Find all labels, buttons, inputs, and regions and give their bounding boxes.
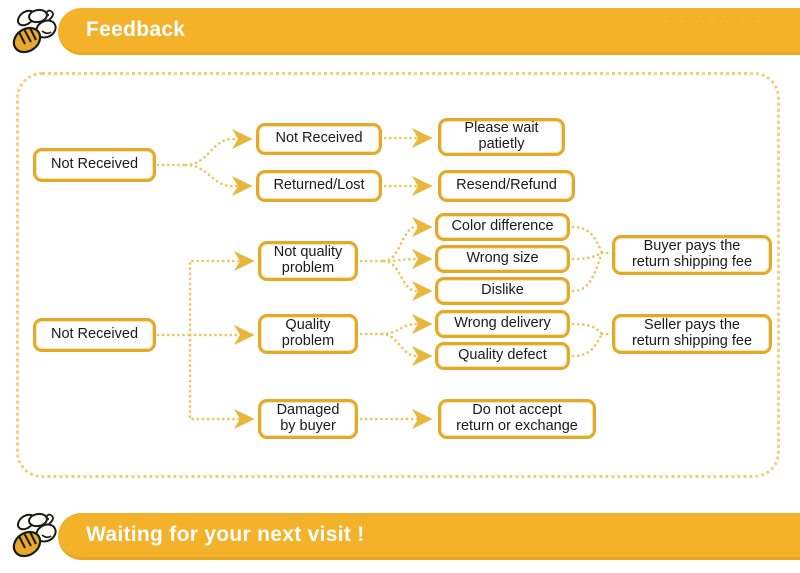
flow-node-dislike: Dislike (435, 277, 570, 305)
flow-node-returned-lost: Returned/Lost (256, 170, 382, 202)
flow-node-buyer-pays: Buyer pays the return shipping fee (612, 235, 772, 275)
flow-node-not-received-2: Not Received (256, 123, 382, 155)
page-title: Feedback (86, 18, 186, 41)
flow-node-damaged: Damaged by buyer (258, 399, 358, 439)
bee-icon (12, 512, 57, 558)
flow-node-wrong-size: Wrong size (435, 245, 570, 273)
flow-node-color-diff: Color difference (435, 213, 570, 241)
flow-node-resend-refund: Resend/Refund (438, 170, 575, 202)
footer-title: Waiting for your next visit ! (86, 523, 365, 546)
bee-icon (12, 8, 57, 54)
flow-node-please-wait: Please wait patietly (438, 118, 565, 156)
header-banner: Feedback · · · · · · · (58, 8, 800, 55)
flow-node-quality-problem: Quality problem (258, 314, 358, 354)
footer-banner: Waiting for your next visit ! (58, 513, 800, 560)
flow-node-not-quality: Not quality problem (258, 241, 358, 281)
header-watermark: · · · · · · · (664, 14, 764, 28)
flow-node-quality-defect: Quality defect (435, 342, 570, 370)
flow-node-wrong-delivery: Wrong delivery (435, 310, 570, 338)
flow-node-root2: Not Received (33, 318, 156, 352)
page-root: Feedback · · · · · · · Not Received Not … (0, 0, 800, 573)
flow-node-no-return: Do not accept return or exchange (438, 399, 596, 439)
flow-node-root1: Not Received (33, 148, 156, 182)
flowchart-panel (16, 72, 780, 478)
flow-node-seller-pays: Seller pays the return shipping fee (612, 314, 772, 354)
